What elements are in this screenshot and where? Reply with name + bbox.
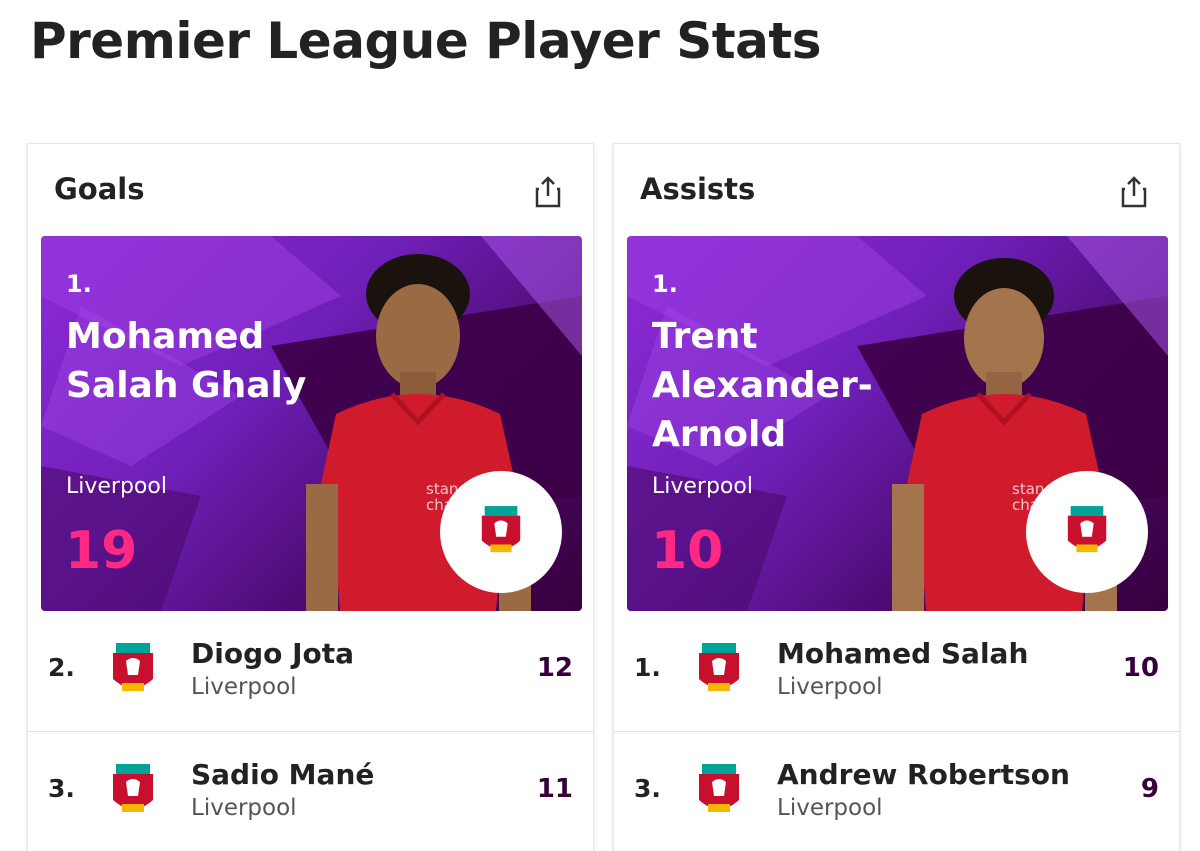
assists-card: Assists 1. Trent Alexander-Arnold Liverp… bbox=[613, 143, 1180, 851]
stat-value: 11 bbox=[536, 774, 573, 804]
club-name: Liverpool bbox=[777, 795, 883, 821]
list-item[interactable]: 1. Mohamed Salah Liverpool 10 bbox=[614, 611, 1179, 729]
list-item[interactable]: 2. Diogo Jota Liverpool 12 bbox=[28, 611, 593, 729]
stat-value: 12 bbox=[536, 653, 573, 683]
goals-card: Goals 1. Mohamed Salah Ghaly Liverpool 1… bbox=[27, 143, 594, 851]
stat-value: 10 bbox=[1122, 653, 1159, 683]
leader-club: Liverpool bbox=[652, 474, 753, 499]
leader-name: Trent Alexander-Arnold bbox=[652, 316, 873, 455]
card-header: Goals bbox=[28, 144, 593, 234]
list-item[interactable]: 3. Andrew Robertson Liverpool 9 bbox=[614, 731, 1179, 849]
row-rank: 3. bbox=[48, 774, 75, 803]
page-title: Premier League Player Stats bbox=[30, 12, 822, 70]
stat-value: 9 bbox=[1140, 774, 1159, 804]
liverpool-crest-icon bbox=[1067, 506, 1107, 553]
row-rank: 2. bbox=[48, 653, 75, 682]
share-icon bbox=[535, 176, 561, 208]
share-button[interactable] bbox=[1119, 174, 1149, 210]
player-name[interactable]: Sadio Mané bbox=[191, 758, 374, 791]
club-badge bbox=[440, 471, 562, 593]
leader-club: Liverpool bbox=[66, 474, 167, 499]
player-name[interactable]: Andrew Robertson bbox=[777, 758, 1070, 791]
liverpool-crest-icon bbox=[481, 506, 521, 553]
row-rank: 3. bbox=[634, 774, 661, 803]
card-title: Assists bbox=[640, 172, 756, 206]
leader-value: 10 bbox=[651, 521, 724, 581]
leader-hero[interactable]: 1. Mohamed Salah Ghaly Liverpool 19 stan… bbox=[41, 236, 582, 611]
player-name[interactable]: Mohamed Salah bbox=[777, 637, 1028, 670]
card-title: Goals bbox=[54, 172, 145, 206]
leader-value: 19 bbox=[65, 521, 138, 581]
leader-rank: 1. bbox=[66, 270, 92, 298]
liverpool-crest-icon bbox=[113, 643, 153, 691]
share-icon bbox=[1121, 176, 1147, 208]
leader-name: Mohamed Salah Ghaly bbox=[66, 316, 307, 406]
liverpool-crest-icon bbox=[699, 764, 739, 812]
club-badge bbox=[1026, 471, 1148, 593]
row-rank: 1. bbox=[634, 653, 661, 682]
club-name: Liverpool bbox=[777, 674, 883, 700]
card-header: Assists bbox=[614, 144, 1179, 234]
club-name: Liverpool bbox=[191, 795, 297, 821]
club-name: Liverpool bbox=[191, 674, 297, 700]
leader-hero[interactable]: 1. Trent Alexander-Arnold Liverpool 10 s… bbox=[627, 236, 1168, 611]
leader-rank: 1. bbox=[652, 270, 678, 298]
list-item[interactable]: 3. Sadio Mané Liverpool 11 bbox=[28, 731, 593, 849]
player-name[interactable]: Diogo Jota bbox=[191, 637, 354, 670]
liverpool-crest-icon bbox=[699, 643, 739, 691]
liverpool-crest-icon bbox=[113, 764, 153, 812]
share-button[interactable] bbox=[533, 174, 563, 210]
